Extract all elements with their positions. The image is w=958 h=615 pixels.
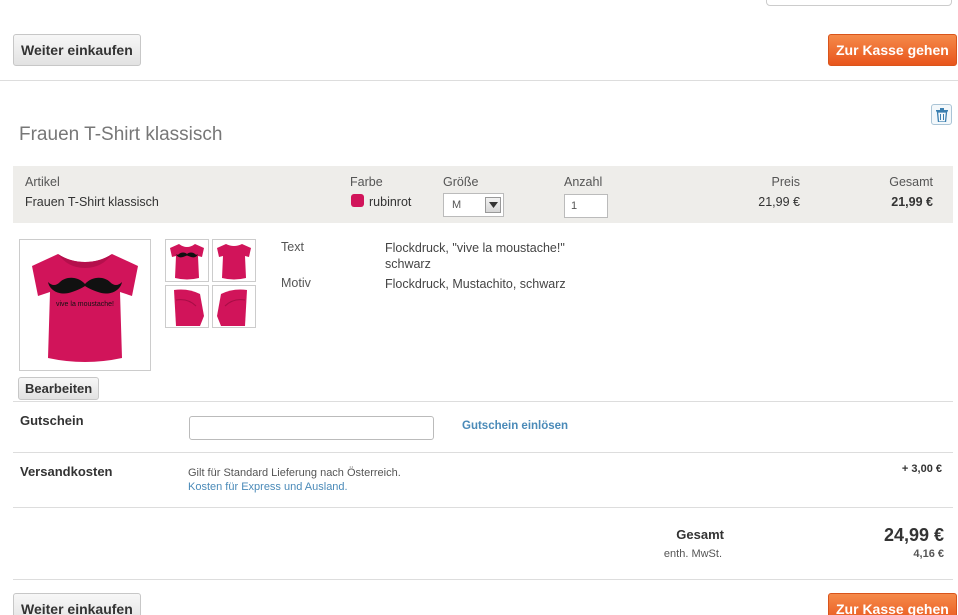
shipping-amount: + 3,00 € [901,463,942,475]
checkout-button-top[interactable]: Zur Kasse gehen [828,34,957,66]
size-select[interactable]: M [443,193,504,217]
color-value: rubinrot [369,195,412,209]
divider [13,579,953,580]
detail-value-motif: Flockdruck, Mustachito, schwarz [385,277,566,291]
quantity-label: Anzahl [564,175,603,189]
color-label: Farbe [350,175,383,189]
color-swatch [351,194,364,207]
continue-shopping-button-top[interactable]: Weiter einkaufen [13,34,141,66]
thumbnail-front[interactable] [165,239,209,282]
coupon-label: Gutschein [20,413,84,428]
detail-value-text-line2: schwarz [385,257,431,271]
chevron-down-icon[interactable] [485,197,501,213]
edit-button[interactable]: Bearbeiten [18,377,100,400]
shipping-costs-link[interactable]: Kosten für Express und Ausland. [188,481,348,493]
thumbnail-back[interactable] [212,239,256,282]
product-image: vive la moustache! [19,239,151,371]
checkout-button-bottom[interactable]: Zur Kasse gehen [828,593,957,615]
detail-value-text-line1: Flockdruck, "vive la moustache!" [385,241,565,255]
detail-label-motif: Motiv [281,276,311,290]
trash-icon [936,108,948,122]
divider [13,401,953,402]
product-title: Frauen T-Shirt klassisch [19,124,223,145]
quantity-input[interactable] [564,194,608,218]
total-label: Gesamt [889,175,933,189]
size-value: M [452,199,462,211]
redeem-coupon-link[interactable]: Gutschein einlösen [462,420,568,432]
top-select-partial[interactable] [766,0,952,6]
divider [13,507,953,508]
shirt-print-text: vive la moustache! [56,301,114,308]
article-value: Frauen T-Shirt klassisch [25,195,159,209]
divider [13,452,953,453]
cart-item-header: Artikel Frauen T-Shirt klassisch Farbe r… [13,166,953,223]
vat-value: 4,16 € [913,548,944,560]
detail-label-text: Text [281,240,304,254]
divider [0,80,958,81]
summary-total-label: Gesamt [676,527,724,542]
price-label: Preis [771,175,800,189]
continue-shopping-button-bottom[interactable]: Weiter einkaufen [13,593,141,615]
article-label: Artikel [25,175,60,189]
price-value: 21,99 € [758,195,800,209]
delete-item-button[interactable] [931,104,952,125]
thumbnail-right[interactable] [212,285,256,328]
total-value: 21,99 € [891,195,933,209]
coupon-input[interactable] [189,416,434,440]
thumbnail-left[interactable] [165,285,209,328]
shipping-label: Versandkosten [20,464,113,479]
size-label: Größe [443,175,479,189]
vat-label: enth. MwSt. [663,548,722,560]
shipping-note: Gilt für Standard Lieferung nach Österre… [188,467,401,479]
summary-total-value: 24,99 € [883,525,944,545]
